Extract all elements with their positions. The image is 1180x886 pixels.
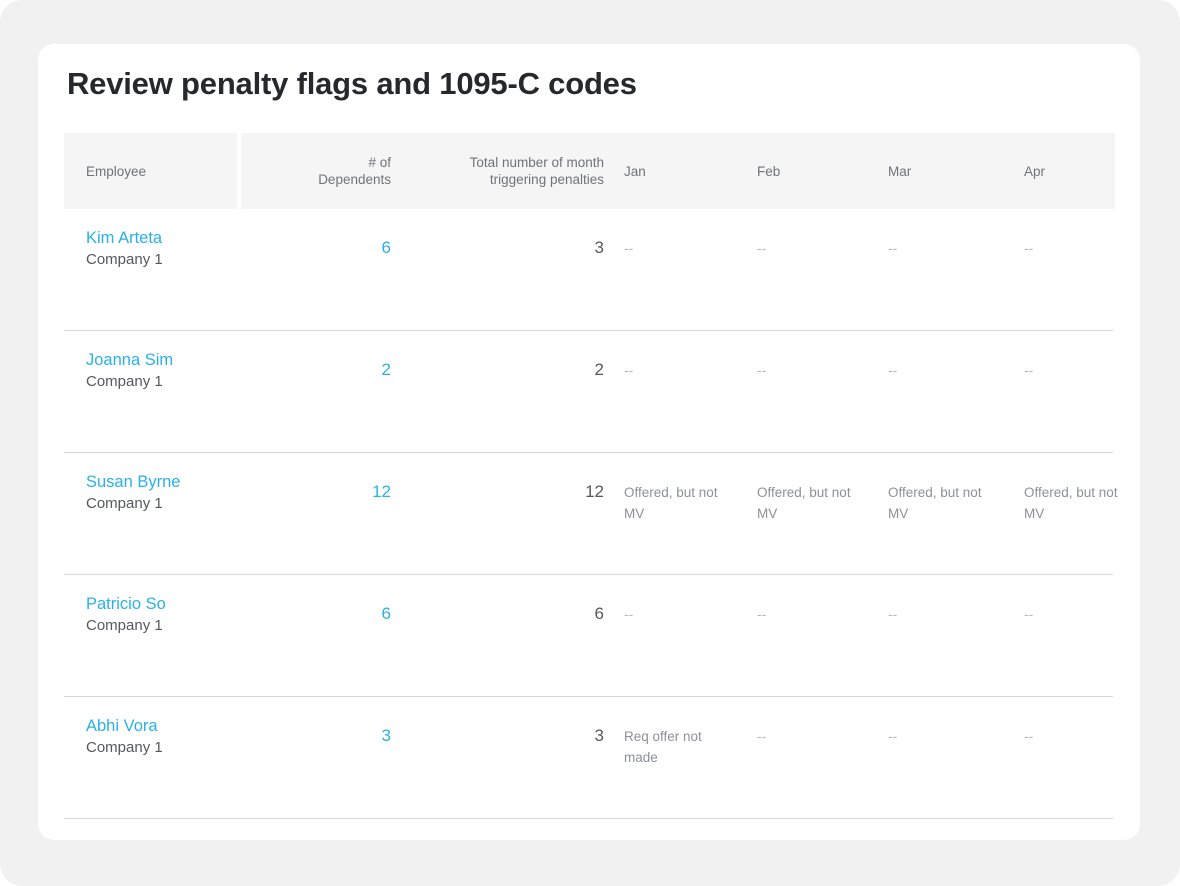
month-cell-feb: -- — [757, 728, 767, 744]
row-divider — [64, 818, 1113, 819]
table-row: Patricio So Company 1 6 6 -- -- -- -- — [38, 575, 1140, 697]
employee-company: Company 1 — [86, 373, 163, 390]
column-header-dependents-line2: Dependents — [318, 172, 391, 187]
page-title: Review penalty flags and 1095-C codes — [67, 66, 637, 101]
month-cell-feb: Offered, but not MV — [757, 485, 851, 521]
employee-company: Company 1 — [86, 739, 163, 756]
column-header-feb-label: Feb — [757, 163, 781, 179]
month-cell-jan: -- — [624, 240, 634, 256]
employee-cell: Patricio So Company 1 — [86, 593, 261, 637]
month-cell-mar: -- — [888, 606, 898, 622]
month-cell-apr: -- — [1024, 606, 1034, 622]
month-cell-jan: Offered, but not MV — [624, 485, 718, 521]
month-cell-mar: -- — [888, 240, 898, 256]
column-header-mar-label: Mar — [888, 163, 912, 179]
month-cell-feb: -- — [757, 362, 767, 378]
column-header-dependents[interactable]: # of Dependents — [241, 133, 391, 209]
table-header-row: Employee # of Dependents Total number of… — [38, 133, 1140, 209]
employee-cell: Susan Byrne Company 1 — [86, 471, 261, 515]
total-penalty-months: 3 — [594, 726, 604, 745]
dependents-count-link[interactable]: 12 — [241, 481, 391, 503]
column-header-apr[interactable]: Apr — [1024, 133, 1140, 209]
dependents-count-link[interactable]: 6 — [241, 237, 391, 259]
table-row: Abhi Vora Company 1 3 3 Req offer not ma… — [38, 697, 1140, 819]
month-cell-mar: -- — [888, 728, 898, 744]
total-penalty-months: 6 — [594, 604, 604, 623]
employee-name-link[interactable]: Abhi Vora — [86, 715, 261, 737]
column-header-mar[interactable]: Mar — [888, 133, 1008, 209]
column-header-dependents-label: # of Dependents — [318, 154, 391, 188]
table-body: Kim Arteta Company 1 6 3 -- -- -- -- Joa… — [38, 209, 1140, 819]
employee-company: Company 1 — [86, 251, 163, 268]
table-row: Joanna Sim Company 1 2 2 -- -- -- -- — [38, 331, 1140, 453]
employee-name-link[interactable]: Kim Arteta — [86, 227, 261, 249]
employee-company: Company 1 — [86, 617, 163, 634]
dependents-count-link[interactable]: 3 — [241, 725, 391, 747]
employee-name-link[interactable]: Susan Byrne — [86, 471, 261, 493]
penalty-table: Employee # of Dependents Total number of… — [38, 133, 1140, 840]
month-cell-apr: -- — [1024, 240, 1034, 256]
column-header-employee-label: Employee — [86, 163, 147, 179]
table-row: Susan Byrne Company 1 12 12 Offered, but… — [38, 453, 1140, 575]
column-header-total-months[interactable]: Total number of month triggering penalti… — [399, 133, 604, 209]
report-card: Review penalty flags and 1095-C codes Em… — [38, 44, 1140, 840]
table-row: Kim Arteta Company 1 6 3 -- -- -- -- — [38, 209, 1140, 331]
total-penalty-months: 2 — [594, 360, 604, 379]
employee-cell: Kim Arteta Company 1 — [86, 227, 261, 271]
month-cell-apr: -- — [1024, 728, 1034, 744]
column-header-employee[interactable]: Employee — [64, 133, 237, 209]
employee-name-link[interactable]: Patricio So — [86, 593, 261, 615]
employee-cell: Abhi Vora Company 1 — [86, 715, 261, 759]
dependents-count-link[interactable]: 2 — [241, 359, 391, 381]
employee-name-link[interactable]: Joanna Sim — [86, 349, 261, 371]
month-cell-mar: Offered, but not MV — [888, 485, 982, 521]
month-cell-feb: -- — [757, 240, 767, 256]
column-header-feb[interactable]: Feb — [757, 133, 877, 209]
month-cell-mar: -- — [888, 362, 898, 378]
column-header-total-months-line2: triggering penalties — [489, 172, 604, 187]
page-background: Review penalty flags and 1095-C codes Em… — [0, 0, 1180, 886]
employee-company: Company 1 — [86, 495, 163, 512]
month-cell-feb: -- — [757, 606, 767, 622]
column-header-apr-label: Apr — [1024, 163, 1046, 179]
month-cell-jan: -- — [624, 606, 634, 622]
total-penalty-months: 12 — [585, 482, 604, 501]
column-header-dependents-line1: # of — [368, 155, 391, 170]
month-cell-apr: Offered, but not MV — [1024, 485, 1118, 521]
employee-cell: Joanna Sim Company 1 — [86, 349, 261, 393]
month-cell-jan: Req offer not made — [624, 729, 702, 765]
column-header-total-months-label: Total number of month triggering penalti… — [470, 154, 604, 188]
total-penalty-months: 3 — [594, 238, 604, 257]
month-cell-jan: -- — [624, 362, 634, 378]
dependents-count-link[interactable]: 6 — [241, 603, 391, 625]
column-header-jan-label: Jan — [624, 163, 646, 179]
column-header-total-months-line1: Total number of month — [469, 155, 604, 170]
month-cell-apr: -- — [1024, 362, 1034, 378]
column-header-jan[interactable]: Jan — [624, 133, 744, 209]
table-header-band: # of Dependents Total number of month tr… — [241, 133, 1115, 209]
